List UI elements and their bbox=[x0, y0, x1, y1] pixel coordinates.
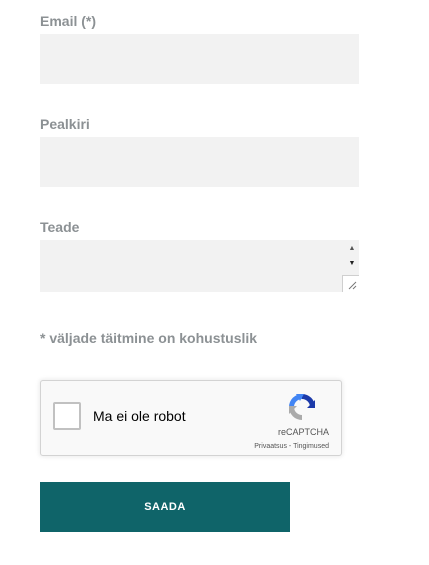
subject-label: Pealkiri bbox=[40, 116, 90, 132]
privacy-link[interactable]: Privaatsus bbox=[254, 443, 287, 450]
email-label: Email (*) bbox=[40, 13, 97, 29]
scroll-down-icon[interactable]: ▼ bbox=[347, 259, 357, 269]
recaptcha-links: Privaatsus - Tingimused bbox=[254, 443, 329, 450]
contact-form: Email (*) Pealkiri Teade ▲ ▼ * väljade t… bbox=[0, 0, 429, 565]
required-fields-note: * väljade täitmine on kohustuslik bbox=[40, 330, 258, 346]
submit-button[interactable]: SAADA bbox=[40, 482, 290, 532]
recaptcha-widget: Ma ei ole robot reCAPTCHA Privaatsus - T… bbox=[40, 380, 342, 456]
recaptcha-logo-icon bbox=[289, 394, 315, 420]
message-textarea[interactable]: ▲ ▼ bbox=[40, 240, 359, 292]
terms-link[interactable]: Tingimused bbox=[293, 443, 329, 450]
recaptcha-label: Ma ei ole robot bbox=[93, 408, 186, 424]
message-label: Teade bbox=[40, 219, 80, 235]
resize-handle-icon[interactable] bbox=[342, 275, 359, 292]
email-field[interactable] bbox=[40, 34, 359, 84]
recaptcha-brand: reCAPTCHA bbox=[277, 427, 329, 437]
scroll-up-icon[interactable]: ▲ bbox=[347, 244, 357, 254]
subject-field[interactable] bbox=[40, 137, 359, 187]
recaptcha-checkbox[interactable] bbox=[53, 402, 81, 430]
